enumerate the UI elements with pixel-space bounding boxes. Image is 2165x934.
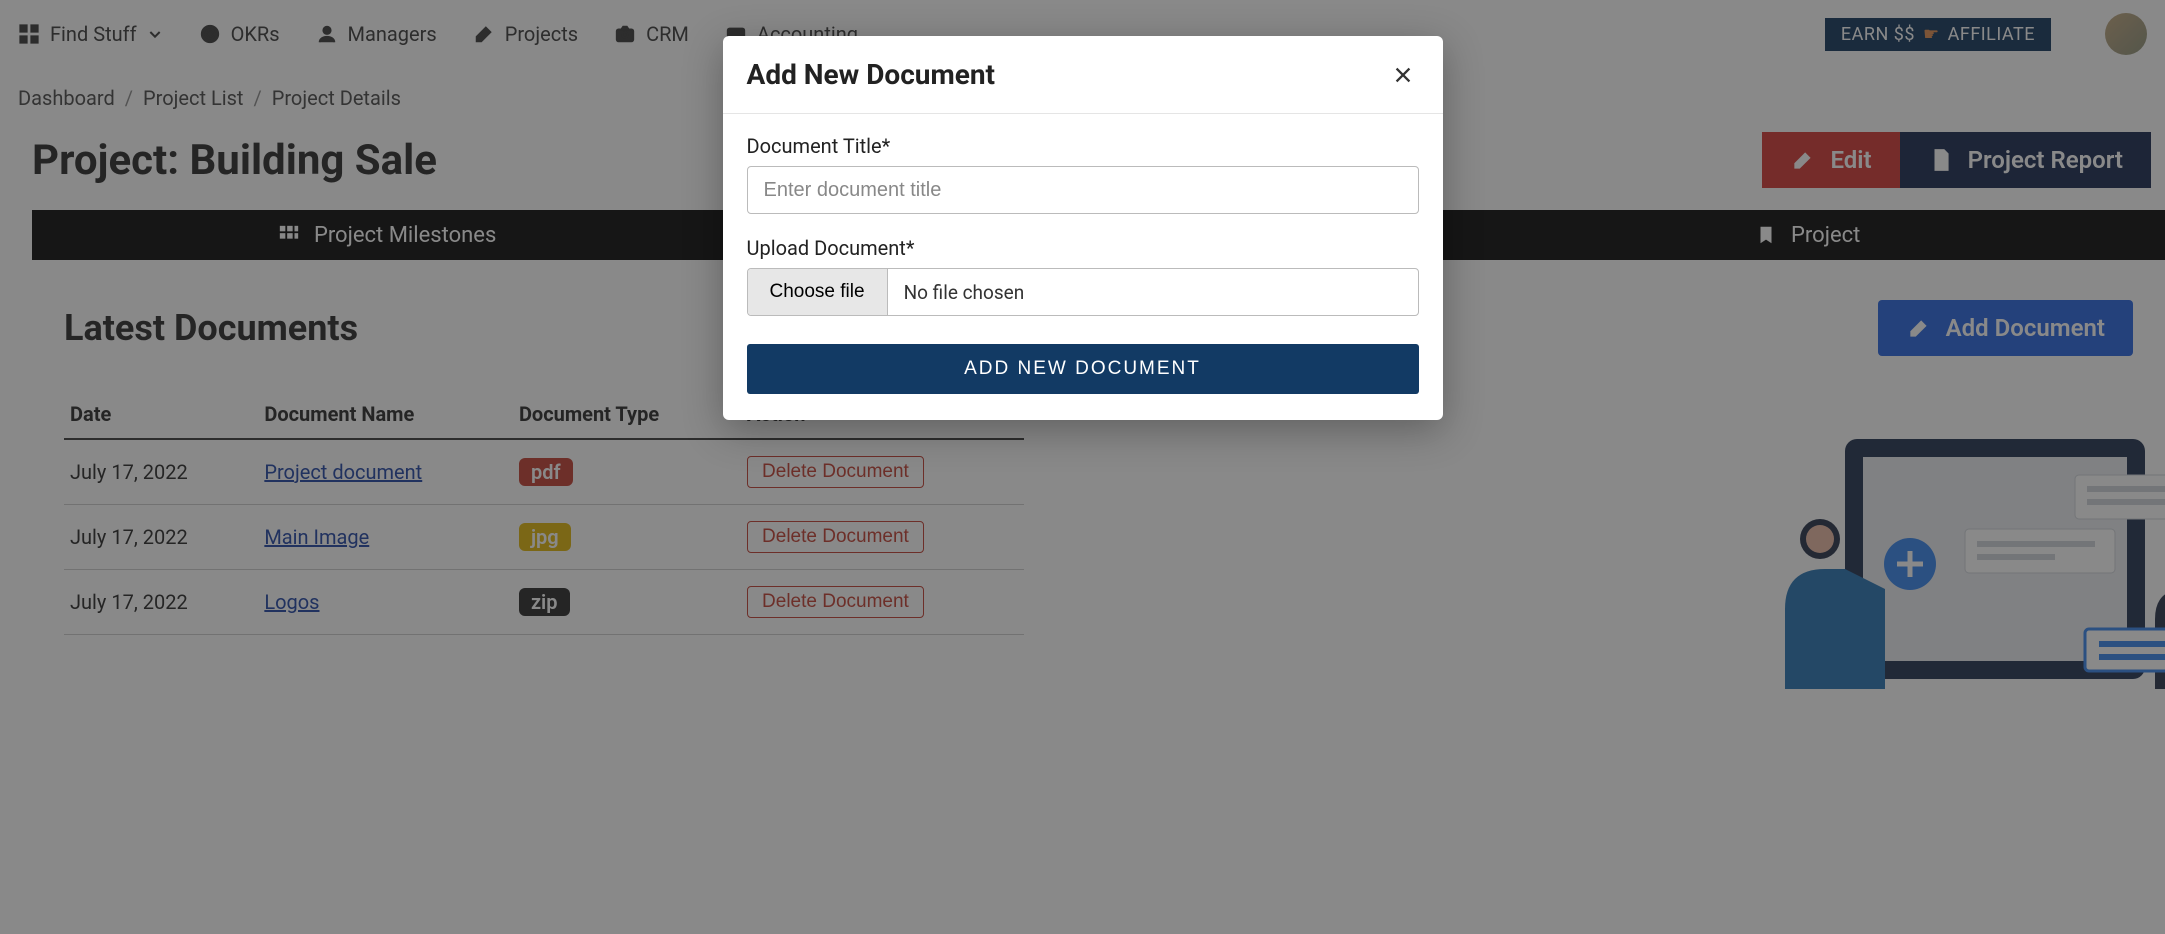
- choose-file-button[interactable]: Choose file: [748, 269, 888, 315]
- file-upload-row: Choose file No file chosen: [747, 268, 1419, 316]
- modal-title: Add New Document: [747, 58, 996, 91]
- close-icon: [1392, 64, 1414, 86]
- add-document-submit-button[interactable]: Add New Document: [747, 344, 1419, 394]
- document-title-label: Document Title*: [747, 134, 1419, 158]
- add-document-modal: Add New Document Document Title* Upload …: [723, 36, 1443, 420]
- upload-document-label: Upload Document*: [747, 236, 1419, 260]
- modal-close-button[interactable]: [1387, 59, 1419, 91]
- document-title-input[interactable]: [747, 166, 1419, 214]
- file-status: No file chosen: [888, 269, 1418, 315]
